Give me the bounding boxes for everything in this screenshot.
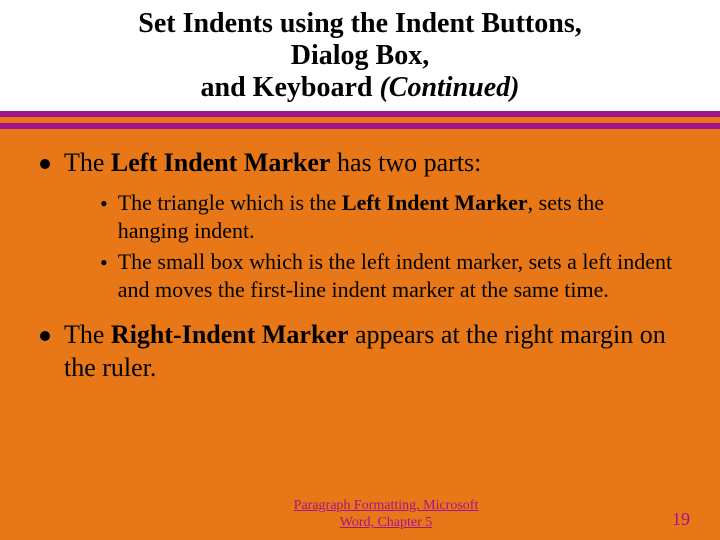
footer-line-1: Paragraph Formatting, Microsoft — [294, 498, 479, 513]
footer-center: Paragraph Formatting, Microsoft Word, Ch… — [0, 498, 672, 532]
text-span: The — [64, 320, 111, 349]
page-number: 19 — [672, 509, 690, 532]
sub-item: • The small box which is the left indent… — [100, 248, 680, 303]
sub-bullet-icon: • — [100, 250, 108, 276]
sub-bullet-icon: • — [100, 191, 108, 217]
bold-span: Left Indent Marker — [111, 148, 331, 177]
sub-item: • The triangle which is the Left Indent … — [100, 189, 680, 244]
bullet-item: The Left Indent Marker has two parts: — [40, 147, 680, 180]
sub-list: • The triangle which is the Left Indent … — [100, 189, 680, 303]
bullet-icon — [40, 331, 50, 341]
title-line-3-italic: (Continued) — [379, 72, 519, 103]
text-span: has two parts: — [330, 148, 481, 177]
footer: Paragraph Formatting, Microsoft Word, Ch… — [0, 498, 720, 532]
content-area: The Left Indent Marker has two parts: • … — [0, 129, 720, 385]
title-area: Set Indents using the Indent Buttons, Di… — [0, 0, 720, 111]
title-line-2: Dialog Box, — [291, 40, 429, 71]
text-span: The — [64, 148, 111, 177]
sub-text: The triangle which is the Left Indent Ma… — [118, 189, 680, 244]
bullet-text: The Left Indent Marker has two parts: — [64, 147, 481, 180]
slide-title: Set Indents using the Indent Buttons, Di… — [20, 8, 700, 105]
footer-line-2: Word, Chapter 5 — [340, 515, 433, 530]
title-line-1: Set Indents using the Indent Buttons, — [138, 8, 581, 39]
bold-span: Right-Indent Marker — [111, 320, 349, 349]
title-line-3-pre: and Keyboard — [201, 72, 380, 103]
text-span: The triangle which is the — [118, 190, 342, 215]
bullet-text: The Right-Indent Marker appears at the r… — [64, 319, 680, 384]
bullet-icon — [40, 159, 50, 169]
sub-text: The small box which is the left indent m… — [118, 248, 680, 303]
bold-span: Left Indent Marker — [342, 190, 528, 215]
bullet-item: The Right-Indent Marker appears at the r… — [40, 319, 680, 384]
